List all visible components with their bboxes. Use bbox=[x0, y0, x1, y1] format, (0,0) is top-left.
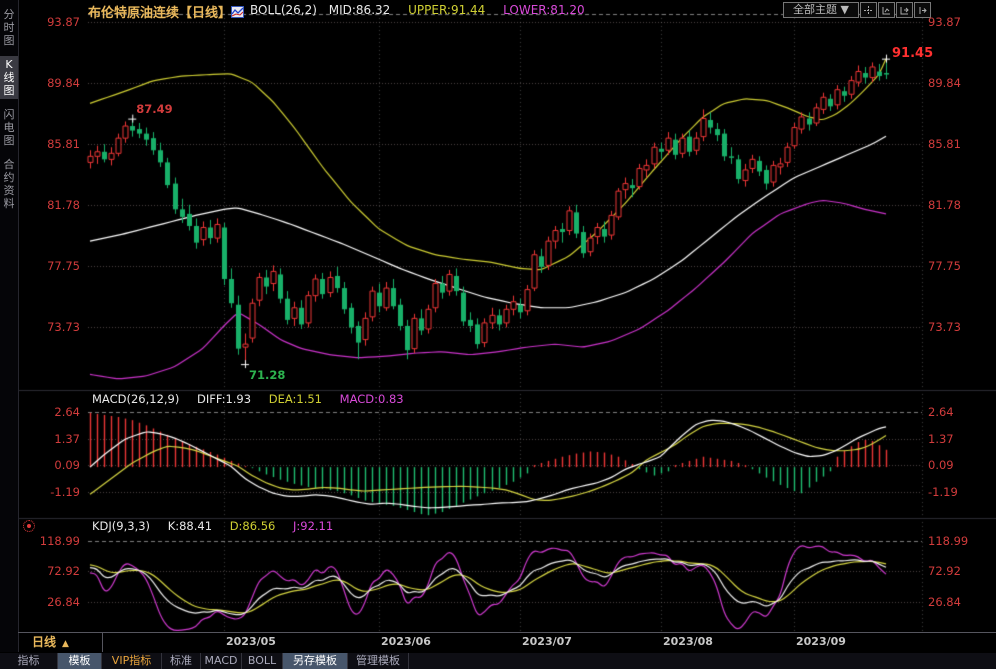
price-axis-label-left: 89.84 bbox=[28, 76, 80, 90]
pane-expand-button[interactable] bbox=[896, 2, 913, 18]
kdj-axis-label-right: 72.92 bbox=[928, 564, 980, 578]
toolbar-tab-8[interactable]: 管理模板 bbox=[348, 653, 409, 669]
sidebar-item-3[interactable]: 闪电图 bbox=[0, 106, 18, 149]
instrument-title: 布伦特原油连续【日线】 bbox=[88, 2, 231, 21]
price-axis-label-right: 73.73 bbox=[928, 320, 980, 334]
mini-chart-icon bbox=[231, 3, 244, 22]
period-label: 日线 bbox=[32, 635, 56, 649]
price-marker-low: 71.28 bbox=[249, 368, 285, 382]
macd-axis-label-right: 0.09 bbox=[928, 458, 980, 472]
period-selector[interactable]: 日线 ▲ bbox=[18, 633, 103, 652]
price-axis-label-right: 77.75 bbox=[928, 259, 980, 273]
crosshair-tool-button[interactable] bbox=[860, 2, 877, 18]
macd-readout: MACD(26,12,9) DIFF:1.93 DEA:1.51 MACD:0.… bbox=[92, 392, 418, 406]
kdj-param-label: KDJ(9,3,3) bbox=[92, 519, 150, 533]
kdj-readout: KDJ(9,3,3) K:88.41 D:86.56 J:92.11 bbox=[92, 519, 347, 533]
macd-dea-value: DEA:1.51 bbox=[269, 392, 322, 406]
toolbar-tab-6[interactable]: BOLL bbox=[242, 653, 283, 669]
kdj-axis-label-right: 26.84 bbox=[928, 595, 980, 609]
kdj-settings-icon[interactable] bbox=[23, 520, 35, 532]
toolbar-tab-7[interactable]: 另存模板 bbox=[283, 653, 348, 669]
boll-mid-value: MID:86.32 bbox=[329, 3, 391, 17]
x-axis-month-label: 2023/09 bbox=[796, 635, 846, 648]
toolbar-tab-4[interactable]: 标准 bbox=[162, 653, 201, 669]
pane-layout-button[interactable] bbox=[878, 2, 895, 18]
price-marker-high: 87.49 bbox=[136, 102, 172, 116]
price-axis-label-right: 81.78 bbox=[928, 198, 980, 212]
boll-upper-value: UPPER:91.44 bbox=[408, 3, 485, 17]
kdj-axis-label-left: 26.84 bbox=[28, 595, 80, 609]
sidebar-item-4[interactable]: 合约资料 bbox=[0, 156, 18, 212]
macd-axis-label-left: 0.09 bbox=[28, 458, 80, 472]
price-axis-label-right: 93.87 bbox=[928, 15, 980, 29]
pane-layout-icon bbox=[882, 6, 891, 15]
x-axis-month-label: 2023/05 bbox=[226, 635, 276, 648]
price-axis-label-left: 85.81 bbox=[28, 137, 80, 151]
macd-macd-value: MACD:0.83 bbox=[340, 392, 404, 406]
kdj-axis-label-left: 118.99 bbox=[28, 534, 80, 548]
price-axis-label-right: 89.84 bbox=[928, 76, 980, 90]
kdj-k-value: K:88.41 bbox=[168, 519, 212, 533]
macd-axis-label-left: 1.37 bbox=[28, 432, 80, 446]
x-axis-row: 日线 ▲ bbox=[18, 632, 996, 654]
kline-chart-app: 布伦特原油连续【日线】 BOLL(26,2) MID:86.32 UPPER:9… bbox=[0, 0, 996, 669]
kdj-d-value: D:86.56 bbox=[230, 519, 276, 533]
boll-param-label: BOLL(26,2) bbox=[250, 3, 317, 17]
price-marker-last: 91.45 bbox=[892, 46, 933, 61]
macd-axis-label-right: 1.37 bbox=[928, 432, 980, 446]
price-axis-label-right: 85.81 bbox=[928, 137, 980, 151]
kdj-axis-label-left: 72.92 bbox=[28, 564, 80, 578]
kdj-j-value: J:92.11 bbox=[293, 519, 333, 533]
period-arrow-icon: ▲ bbox=[62, 639, 69, 649]
sidebar-item-2[interactable]: K线图 bbox=[0, 56, 18, 99]
macd-param-label: MACD(26,12,9) bbox=[92, 392, 179, 406]
crosshair-icon bbox=[864, 6, 873, 15]
price-axis-label-left: 93.87 bbox=[28, 15, 80, 29]
boll-readout: BOLL(26,2) MID:86.32 UPPER:91.44 LOWER:8… bbox=[250, 3, 585, 17]
price-axis-label-left: 77.75 bbox=[28, 259, 80, 273]
theme-dropdown-button[interactable]: 全部主题 ▼ bbox=[783, 2, 859, 18]
toolbar-tab-1[interactable]: 指标 bbox=[0, 653, 58, 669]
kline-chart-canvas[interactable] bbox=[0, 0, 996, 669]
toolbar-tab-5[interactable]: MACD bbox=[201, 653, 242, 669]
x-axis-month-label: 2023/08 bbox=[663, 635, 713, 648]
macd-axis-label-left: -1.19 bbox=[28, 485, 80, 499]
macd-axis-label-right: 2.64 bbox=[928, 405, 980, 419]
boll-lower-value: LOWER:81.20 bbox=[503, 3, 585, 17]
sidebar-item-1[interactable]: 分时图 bbox=[0, 6, 18, 49]
price-axis-label-left: 73.73 bbox=[28, 320, 80, 334]
price-axis-label-left: 81.78 bbox=[28, 198, 80, 212]
macd-diff-value: DIFF:1.93 bbox=[197, 392, 251, 406]
bottom-toolbar: 指标模板VIP指标标准MACDBOLL另存模板管理模板 bbox=[0, 653, 996, 669]
toolbar-tab-2[interactable]: 模板 bbox=[58, 653, 102, 669]
toolbar-tab-3[interactable]: VIP指标 bbox=[102, 653, 162, 669]
pane-expand-icon bbox=[900, 6, 909, 15]
pane-shift-icon bbox=[918, 6, 927, 15]
macd-axis-label-left: 2.64 bbox=[28, 405, 80, 419]
x-axis-month-label: 2023/06 bbox=[381, 635, 431, 648]
macd-axis-label-right: -1.19 bbox=[928, 485, 980, 499]
kdj-axis-label-right: 118.99 bbox=[928, 534, 980, 548]
x-axis-month-label: 2023/07 bbox=[522, 635, 572, 648]
